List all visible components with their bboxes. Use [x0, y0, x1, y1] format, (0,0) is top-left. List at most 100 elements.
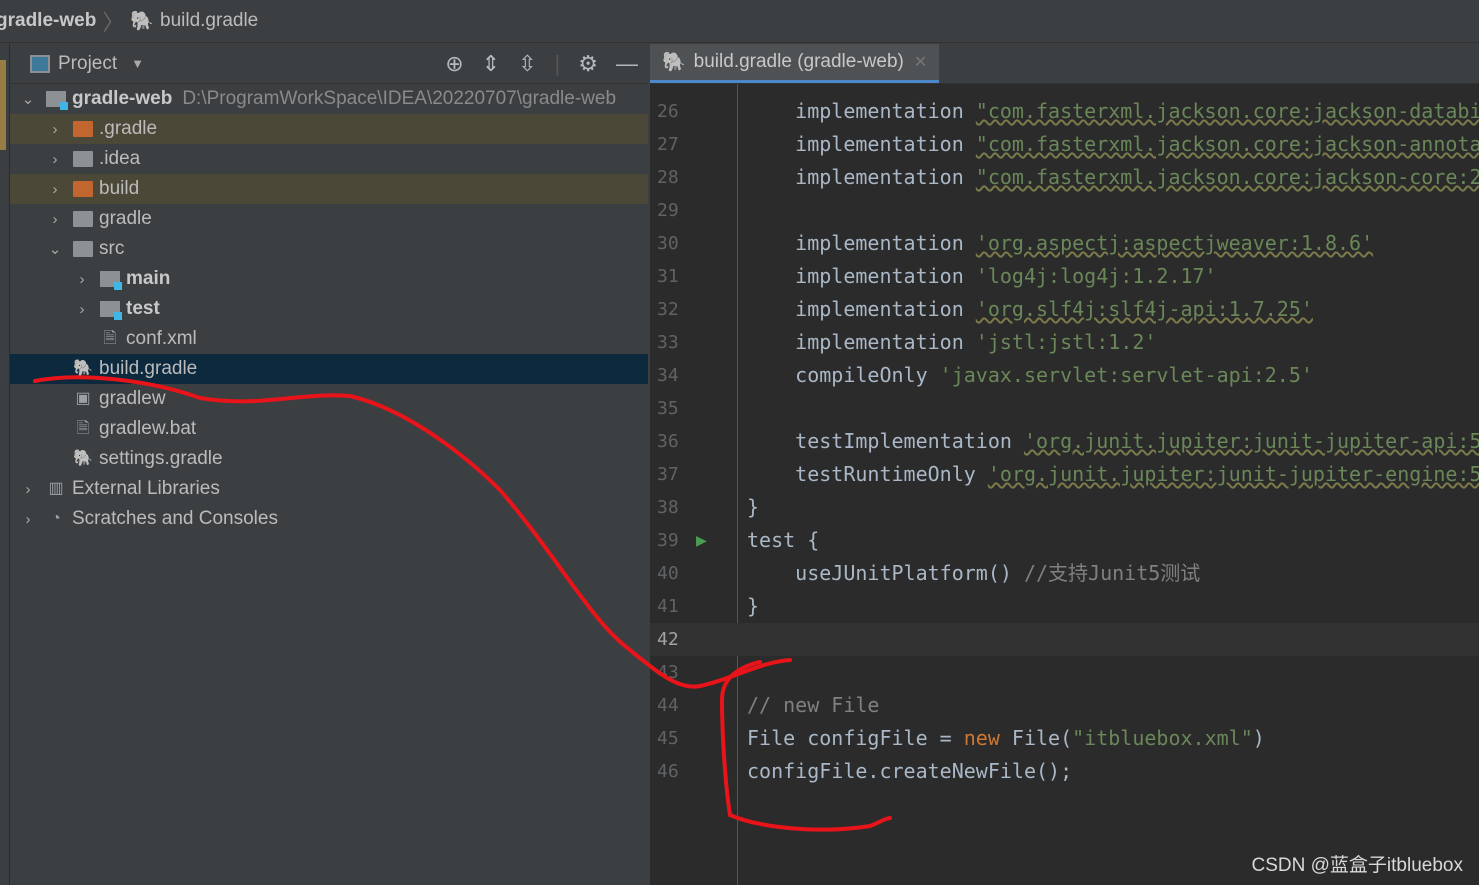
tree-item[interactable]: › build: [10, 174, 648, 204]
breadcrumb-file[interactable]: build.gradle: [160, 10, 258, 32]
code-line[interactable]: 27 implementation "com.fasterxml.jackson…: [650, 128, 1479, 161]
code-line[interactable]: 44 // new File: [650, 689, 1479, 722]
breadcrumb-separator: 〉: [102, 10, 125, 35]
tree-item[interactable]: › ▥ External Libraries: [10, 474, 648, 504]
code-line[interactable]: 35: [650, 392, 1479, 425]
code-token: implementation: [747, 132, 976, 156]
code-line[interactable]: 32 implementation 'org.slf4j:slf4j-api:1…: [650, 293, 1479, 326]
code-token: "com.fasterxml.jackson.core:jackson-core…: [975, 165, 1479, 189]
tree-item[interactable]: › .gradle: [10, 114, 648, 144]
project-path: D:\ProgramWorkSpace\IDEA\20220707\gradle…: [182, 88, 617, 109]
chevron-down-icon[interactable]: ⌄: [20, 90, 36, 108]
code-token: "com.fasterxml.jackson.core:jackson-data…: [975, 99, 1479, 123]
tree-item[interactable]: › gradle: [10, 204, 648, 234]
chevron-right-icon[interactable]: ›: [74, 301, 90, 318]
code-text: // new File: [747, 689, 879, 722]
minimize-icon[interactable]: —: [616, 51, 638, 77]
gradle-file-icon: 🐘: [73, 360, 93, 377]
xml-file-icon: 🗎: [103, 330, 117, 347]
chevron-right-icon[interactable]: ›: [74, 271, 90, 288]
code-token: test {: [747, 528, 820, 552]
code-line[interactable]: 34 compileOnly 'javax.servlet:servlet-ap…: [650, 359, 1479, 392]
tree-item[interactable]: ⌄ src: [10, 234, 648, 264]
code-line[interactable]: 37 testRuntimeOnly 'org.junit.jupiter:ju…: [650, 458, 1479, 491]
tree-item-label: .gradle: [99, 118, 158, 139]
chevron-right-icon[interactable]: ›: [20, 481, 36, 498]
tree-item-label: gradle-web: [72, 88, 173, 109]
close-icon[interactable]: ✕: [914, 52, 927, 72]
module-folder-icon: [46, 91, 68, 110]
tree-item[interactable]: 🐘 build.gradle: [10, 354, 648, 384]
line-number: 26: [657, 101, 679, 122]
code-line[interactable]: 36 testImplementation 'org.junit.jupiter…: [650, 425, 1479, 458]
code-line[interactable]: 31 implementation 'log4j:log4j:1.2.17': [650, 260, 1479, 293]
folder-icon: [73, 241, 93, 257]
tree-item[interactable]: 🗎 gradlew.bat: [10, 414, 648, 444]
tree-item-label: test: [126, 298, 160, 319]
code-line[interactable]: 42: [650, 623, 1479, 656]
locate-icon[interactable]: ⊕: [445, 51, 463, 77]
chevron-right-icon[interactable]: ›: [20, 511, 36, 528]
tree-item[interactable]: › main: [10, 264, 648, 294]
run-icon[interactable]: ▶: [696, 524, 707, 557]
project-tool-tab[interactable]: [0, 60, 6, 150]
left-tool-strip[interactable]: [0, 44, 10, 885]
code-line[interactable]: 45 File configFile = new File("itbluebox.…: [650, 722, 1479, 755]
code-line[interactable]: 46 configFile.createNewFile();: [650, 755, 1479, 788]
expand-all-icon[interactable]: ⇕: [482, 51, 500, 77]
tree-item[interactable]: ▣ gradlew: [10, 384, 648, 414]
code-token: }: [747, 495, 760, 519]
code-token: testRuntimeOnly: [747, 462, 988, 486]
code-line[interactable]: 33 implementation 'jstl:jstl:1.2': [650, 326, 1479, 359]
code-line[interactable]: 26 implementation "com.fasterxml.jackson…: [650, 95, 1479, 128]
project-view-selector[interactable]: Project: [58, 53, 117, 75]
chevron-right-icon[interactable]: ›: [47, 151, 63, 168]
line-number: 35: [657, 398, 679, 419]
folder-icon: [73, 211, 93, 227]
excluded-folder-icon: [73, 121, 93, 137]
tree-item-label: External Libraries: [72, 478, 220, 499]
code-token: File(: [999, 726, 1073, 750]
tree-item-label: gradle: [99, 208, 152, 229]
code-token: // new File: [747, 693, 880, 717]
tree-item[interactable]: › .idea: [10, 144, 648, 174]
code-text: implementation "com.fasterxml.jackson.co…: [747, 128, 1479, 161]
chevron-right-icon[interactable]: ›: [47, 211, 63, 228]
code-text: }: [747, 491, 759, 524]
tree-item[interactable]: ⌄ gradle-web D:\ProgramWorkSpace\IDEA\2022…: [10, 84, 648, 114]
code-line[interactable]: 39 ▶ test {: [650, 524, 1479, 557]
module-folder-icon: [100, 301, 122, 320]
tree-item-label: .idea: [99, 148, 141, 169]
tree-item[interactable]: › test: [10, 294, 648, 324]
collapse-all-icon[interactable]: ⇳: [518, 51, 536, 77]
line-number: 44: [657, 695, 679, 716]
code-line[interactable]: 43: [650, 656, 1479, 689]
chevron-down-icon[interactable]: ▼: [131, 56, 144, 71]
code-line[interactable]: 41}: [650, 590, 1479, 623]
code-line[interactable]: 28 implementation "com.fasterxml.jackson…: [650, 161, 1479, 194]
code-line[interactable]: 29: [650, 194, 1479, 227]
gear-icon[interactable]: ⚙: [578, 51, 598, 77]
line-number: 30: [657, 233, 679, 254]
line-number: 28: [657, 167, 679, 188]
line-number: 39: [657, 530, 679, 551]
code-line[interactable]: 40 useJUnitPlatform() //支持Junit5测试: [650, 557, 1479, 590]
code-line[interactable]: 38}: [650, 491, 1479, 524]
code-line[interactable]: 30 implementation 'org.aspectj:aspectjwe…: [650, 227, 1479, 260]
code-token: useJUnitPlatform(): [747, 561, 1024, 585]
project-view-icon: [30, 54, 50, 73]
code-text: testRuntimeOnly 'org.junit.jupiter:junit…: [747, 458, 1479, 491]
tree-item[interactable]: 🗎 conf.xml: [10, 324, 648, 354]
code-token: //支持Junit5测试: [1023, 561, 1201, 585]
tree-item[interactable]: 🐘 settings.gradle: [10, 444, 648, 474]
libraries-icon: ▥: [48, 480, 64, 497]
chevron-right-icon[interactable]: ›: [47, 181, 63, 198]
tree-item[interactable]: › ◔ Scratches and Consoles: [10, 504, 648, 534]
toolbar-divider: |: [554, 50, 561, 76]
chevron-down-icon[interactable]: ⌄: [47, 240, 63, 258]
editor-tab-bar: 🐘 build.gradle (gradle-web) ✕: [650, 44, 1479, 84]
breadcrumb-project[interactable]: gradle-web: [0, 10, 96, 32]
tab-build-gradle[interactable]: 🐘 build.gradle (gradle-web) ✕: [650, 44, 940, 83]
tree-item-label: src: [99, 238, 125, 259]
chevron-right-icon[interactable]: ›: [47, 121, 63, 138]
